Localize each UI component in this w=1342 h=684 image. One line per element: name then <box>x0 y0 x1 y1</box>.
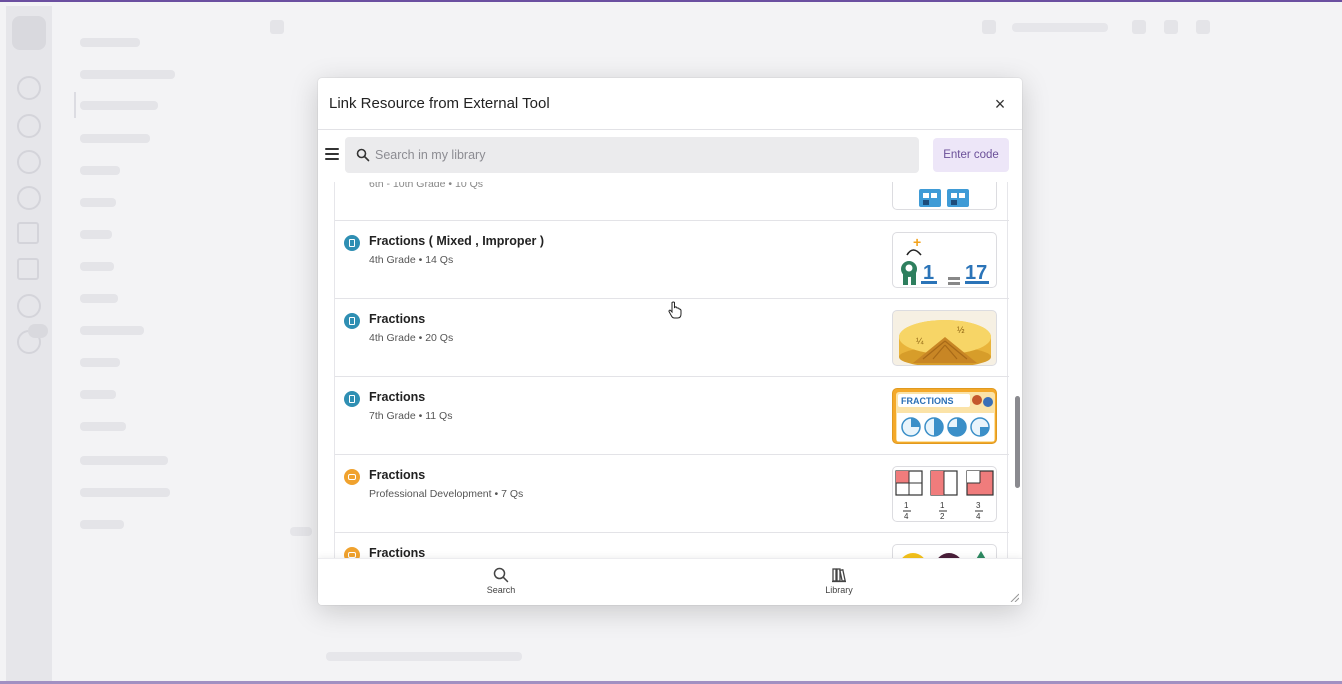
item-title: Fractions <box>369 390 426 404</box>
library-tab[interactable]: Library <box>779 559 899 605</box>
item-meta: Professional Development • 7 Qs <box>369 488 524 500</box>
list-item[interactable]: Fractions 7th Grade • 11 Qs FRACTIONS <box>335 377 1009 455</box>
mixed-fraction-thumbnail: + 1 17 <box>892 232 997 288</box>
nav-item <box>80 230 112 239</box>
search-input[interactable] <box>375 137 905 173</box>
svg-text:17: 17 <box>965 262 987 284</box>
search-tab-label: Search <box>486 585 516 595</box>
nav-item <box>80 198 116 207</box>
inbox-icon <box>17 258 39 280</box>
svg-text:2: 2 <box>940 512 945 521</box>
nav-item <box>80 134 150 143</box>
history-icon <box>17 294 41 318</box>
bottom-navigation: Search Library <box>318 558 1022 605</box>
body-text <box>290 527 312 536</box>
svg-text:4: 4 <box>904 512 909 521</box>
app-logo <box>12 16 46 50</box>
item-title: Fractions <box>369 468 426 482</box>
top-accent-bar <box>0 0 1342 2</box>
item-title: Fractions ( Mixed , Improper ) <box>369 234 545 248</box>
enter-code-button[interactable]: Enter code <box>933 138 1009 172</box>
hamburger-menu-icon[interactable] <box>325 148 339 160</box>
header-text <box>1012 23 1108 32</box>
nav-item <box>80 326 144 335</box>
tiles-thumbnail <box>892 182 997 210</box>
svg-text:4: 4 <box>976 512 981 521</box>
svg-text:1: 1 <box>940 501 945 510</box>
close-icon: × <box>994 94 1006 114</box>
search-icon <box>493 567 509 583</box>
svg-text:1: 1 <box>923 262 934 284</box>
nav-item <box>80 38 140 47</box>
modal-title: Link Resource from External Tool <box>329 95 550 112</box>
nav-item <box>80 422 126 431</box>
item-title: Fractions <box>369 312 426 326</box>
list-item[interactable]: 6th - 10th Grade • 10 Qs <box>335 182 1009 221</box>
item-meta: 7th Grade • 11 Qs <box>369 410 453 422</box>
nav-item <box>80 70 175 79</box>
nav-item <box>80 456 168 465</box>
list-item[interactable]: Fractions ( Mixed , Improper ) 4th Grade… <box>335 221 1009 299</box>
compass-icon <box>17 114 41 138</box>
quiz-icon <box>344 235 360 251</box>
scrollbar-thumb[interactable] <box>1015 396 1020 488</box>
shapes-thumbnail <box>892 544 997 558</box>
hand-cursor-icon <box>668 301 682 319</box>
search-tab[interactable]: Search <box>441 559 561 605</box>
close-button[interactable]: × <box>990 94 1010 114</box>
nav-item <box>80 358 120 367</box>
resource-list-inner: 6th - 10th Grade • 10 Qs Fractions ( Mix… <box>334 182 1009 558</box>
nav-item <box>80 262 114 271</box>
header-icon <box>982 20 996 34</box>
svg-text:1: 1 <box>904 501 909 510</box>
resource-list: 6th - 10th Grade • 10 Qs Fractions ( Mix… <box>318 182 1022 558</box>
header-icon <box>270 20 284 34</box>
account-icon <box>17 76 41 100</box>
item-meta: 4th Grade • 14 Qs <box>369 254 454 266</box>
svg-text:+: + <box>913 234 921 250</box>
calendar-icon <box>17 222 39 244</box>
nav-item <box>80 520 124 529</box>
svg-text:FRACTIONS: FRACTIONS <box>901 396 954 406</box>
lesson-icon <box>344 547 360 558</box>
fractions-banner-thumbnail: FRACTIONS <box>892 388 997 444</box>
library-icon <box>832 568 846 583</box>
dashboard-icon <box>17 150 41 174</box>
courses-icon <box>17 186 41 210</box>
modal-header: Link Resource from External Tool × <box>318 78 1022 130</box>
body-text <box>326 652 522 661</box>
search-box <box>345 137 919 173</box>
item-meta: 6th - 10th Grade • 10 Qs <box>369 182 483 190</box>
item-title: Fractions <box>369 546 426 558</box>
svg-text:½: ½ <box>957 325 965 335</box>
quarter-squares-thumbnail: 1 4 1 2 3 4 <box>892 466 997 522</box>
notification-badge <box>28 324 48 338</box>
item-meta: 4th Grade • 20 Qs <box>369 332 454 344</box>
header-icon <box>1196 20 1210 34</box>
nav-item <box>80 390 116 399</box>
library-tab-label: Library <box>825 585 853 595</box>
quiz-icon <box>344 313 360 329</box>
svg-text:3: 3 <box>976 501 981 510</box>
search-toolbar: Enter code <box>318 130 1022 182</box>
header-icon <box>1132 20 1146 34</box>
list-item[interactable]: Fractions Professional Development • 7 Q… <box>335 455 1009 533</box>
nav-item <box>80 166 120 175</box>
lesson-icon <box>344 469 360 485</box>
pie-fraction-thumbnail: ¼ ½ <box>892 310 997 366</box>
header-icon <box>1164 20 1178 34</box>
list-item[interactable]: Fractions <box>335 533 1009 558</box>
nav-item <box>80 294 118 303</box>
svg-text:¼: ¼ <box>916 336 924 346</box>
search-icon <box>356 148 370 162</box>
resize-handle-icon[interactable] <box>1009 592 1019 602</box>
nav-item <box>80 488 170 497</box>
nav-item <box>80 101 158 110</box>
link-resource-modal: Link Resource from External Tool × Enter… <box>318 78 1022 605</box>
quiz-icon <box>344 391 360 407</box>
